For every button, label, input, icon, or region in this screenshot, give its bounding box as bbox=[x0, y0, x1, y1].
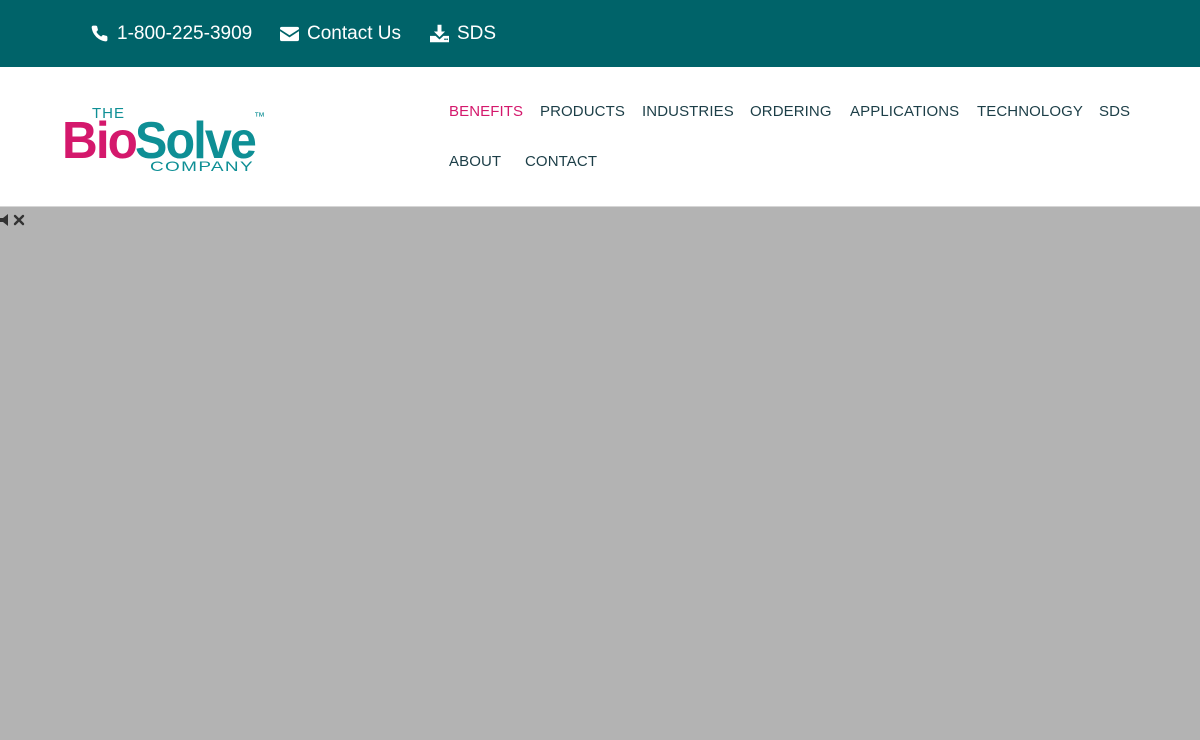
nav-ordering[interactable]: ORDERING bbox=[750, 103, 832, 121]
site-header: THE Bio Solve ™ COMPANY BENEFITS PRODUCT… bbox=[0, 67, 1200, 207]
biosolve-logo-image: THE Bio Solve ™ COMPANY bbox=[62, 105, 265, 174]
nav-contact[interactable]: CONTACT bbox=[525, 153, 597, 171]
close-icon[interactable] bbox=[12, 214, 26, 226]
hero-video-area[interactable] bbox=[0, 207, 1200, 740]
nav-benefits[interactable]: BENEFITS bbox=[449, 103, 523, 121]
biosolve-logo[interactable]: THE Bio Solve ™ COMPANY bbox=[62, 100, 268, 176]
nav-sds[interactable]: SDS bbox=[1099, 103, 1130, 121]
nav-about[interactable]: ABOUT bbox=[449, 153, 501, 171]
phone-icon bbox=[91, 25, 108, 42]
mute-icon[interactable] bbox=[0, 214, 11, 226]
svg-text:Bio: Bio bbox=[62, 112, 136, 170]
svg-text:™: ™ bbox=[254, 111, 265, 123]
download-icon bbox=[430, 24, 449, 43]
nav-applications[interactable]: APPLICATIONS bbox=[850, 103, 959, 121]
contact-us-label: Contact Us bbox=[307, 22, 401, 44]
sds-label: SDS bbox=[457, 22, 497, 44]
envelope-icon bbox=[280, 26, 299, 41]
nav-products[interactable]: PRODUCTS bbox=[540, 103, 625, 121]
phone-number: 1-800-225-3909 bbox=[117, 22, 253, 44]
sds-link[interactable]: SDS bbox=[430, 0, 496, 67]
top-utility-bar: 1-800-225-3909 Contact Us SDS bbox=[0, 0, 1200, 67]
svg-text:COMPANY: COMPANY bbox=[150, 158, 254, 174]
contact-us-link[interactable]: Contact Us bbox=[280, 0, 401, 67]
phone-link[interactable]: 1-800-225-3909 bbox=[90, 0, 252, 67]
video-controls bbox=[0, 214, 26, 226]
nav-technology[interactable]: TECHNOLOGY bbox=[977, 103, 1083, 121]
nav-industries[interactable]: INDUSTRIES bbox=[642, 103, 734, 121]
